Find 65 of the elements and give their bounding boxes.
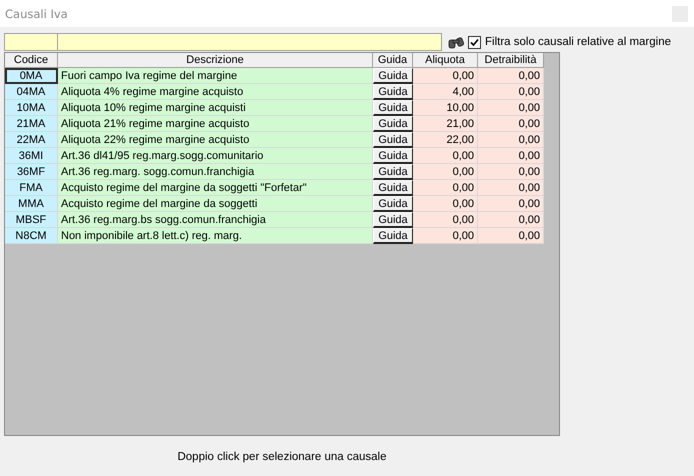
table-cell[interactable]: 04MA [5, 84, 58, 100]
table-cell: Art.36 reg.marg. sogg.comun.franchigia [58, 164, 373, 180]
table-cell: 0,00 [413, 148, 478, 164]
table-cell[interactable]: 22MA [5, 132, 58, 148]
guide-button[interactable]: Guida [373, 196, 413, 212]
table-cell[interactable]: MMA [5, 196, 58, 212]
table-cell: Aliquota 4% regime margine acquisto [58, 84, 373, 100]
table-cell: 0,00 [413, 212, 478, 228]
guide-button[interactable]: Guida [373, 116, 413, 132]
table-cell[interactable]: MBSF [5, 212, 58, 228]
table-cell: 0,00 [413, 196, 478, 212]
table-cell: Aliquota 21% regime margine acquisto [58, 116, 373, 132]
table-cell: 0,00 [478, 132, 544, 148]
column-header: Guida [373, 53, 413, 68]
guide-button[interactable]: Guida [373, 68, 413, 84]
table-cell: 21,00 [413, 116, 478, 132]
table-cell: Aliquota 22% regime margine acquisto [58, 132, 373, 148]
table-cell[interactable]: 10MA [5, 100, 58, 116]
guide-button[interactable]: Guida [373, 164, 413, 180]
table-cell: 0,00 [413, 164, 478, 180]
table-cell: 0,00 [478, 116, 544, 132]
window-title: Causali Iva [5, 6, 68, 20]
table-cell: Art.36 reg.marg.bs sogg.comun.franchigia [58, 212, 373, 228]
guide-button[interactable]: Guida [373, 228, 413, 244]
column-header: Detraibilità [478, 53, 544, 68]
table-cell[interactable]: 21MA [5, 116, 58, 132]
table-cell: 0,00 [478, 84, 544, 100]
guide-button[interactable]: Guida [373, 100, 413, 116]
column-header: Codice [5, 53, 58, 68]
table-cell: 0,00 [478, 148, 544, 164]
guide-button[interactable]: Guida [373, 84, 413, 100]
table-cell: 0,00 [478, 180, 544, 196]
table-cell[interactable]: 36MF [5, 164, 58, 180]
filter-checkbox[interactable] [468, 36, 481, 48]
table-cell: 0,00 [413, 228, 478, 244]
guide-button[interactable]: Guida [373, 148, 413, 164]
table-cell: 0,00 [478, 196, 544, 212]
table-cell: 10,00 [413, 100, 478, 116]
status-text: Doppio click per selezionare una causale [177, 451, 387, 463]
column-header: Descrizione [58, 53, 373, 68]
table-cell: Acquisto regime del margine da soggetti "Forfetar" [58, 180, 373, 196]
guide-button[interactable]: Guida [373, 180, 413, 196]
table-cell: 0,00 [413, 68, 478, 84]
binoculars-icon[interactable] [448, 36, 464, 48]
filter-label: Filtra solo causali relative al margine [485, 36, 671, 48]
table-cell: 0,00 [478, 100, 544, 116]
table-cell: Aliquota 10% regime margine acquisti [58, 100, 373, 116]
table-cell: 4,00 [413, 84, 478, 100]
table-cell[interactable]: N8CM [5, 228, 58, 244]
table-cell: Fuori campo Iva regime del margine [58, 68, 373, 84]
table-cell[interactable]: 36MI [5, 148, 58, 164]
table-cell: Non imponibile art.8 lett.c) reg. marg. [58, 228, 373, 244]
table-cell: 0,00 [413, 180, 478, 196]
guide-button[interactable]: Guida [373, 132, 413, 148]
column-header: Aliquota [413, 53, 478, 68]
table-cell: 0,00 [478, 68, 544, 84]
guide-button[interactable]: Guida [373, 212, 413, 228]
table-cell: 0,00 [478, 164, 544, 180]
table-cell: Acquisto regime del margine da soggetti [58, 196, 373, 212]
table-cell[interactable]: 0MA [5, 68, 58, 84]
table-cell: 0,00 [478, 228, 544, 244]
table-cell: Art.36 dl41/95 reg.marg.sogg.comunitario [58, 148, 373, 164]
table-cell: 22,00 [413, 132, 478, 148]
table-cell: 0,00 [478, 212, 544, 228]
table-cell[interactable]: FMA [5, 180, 58, 196]
